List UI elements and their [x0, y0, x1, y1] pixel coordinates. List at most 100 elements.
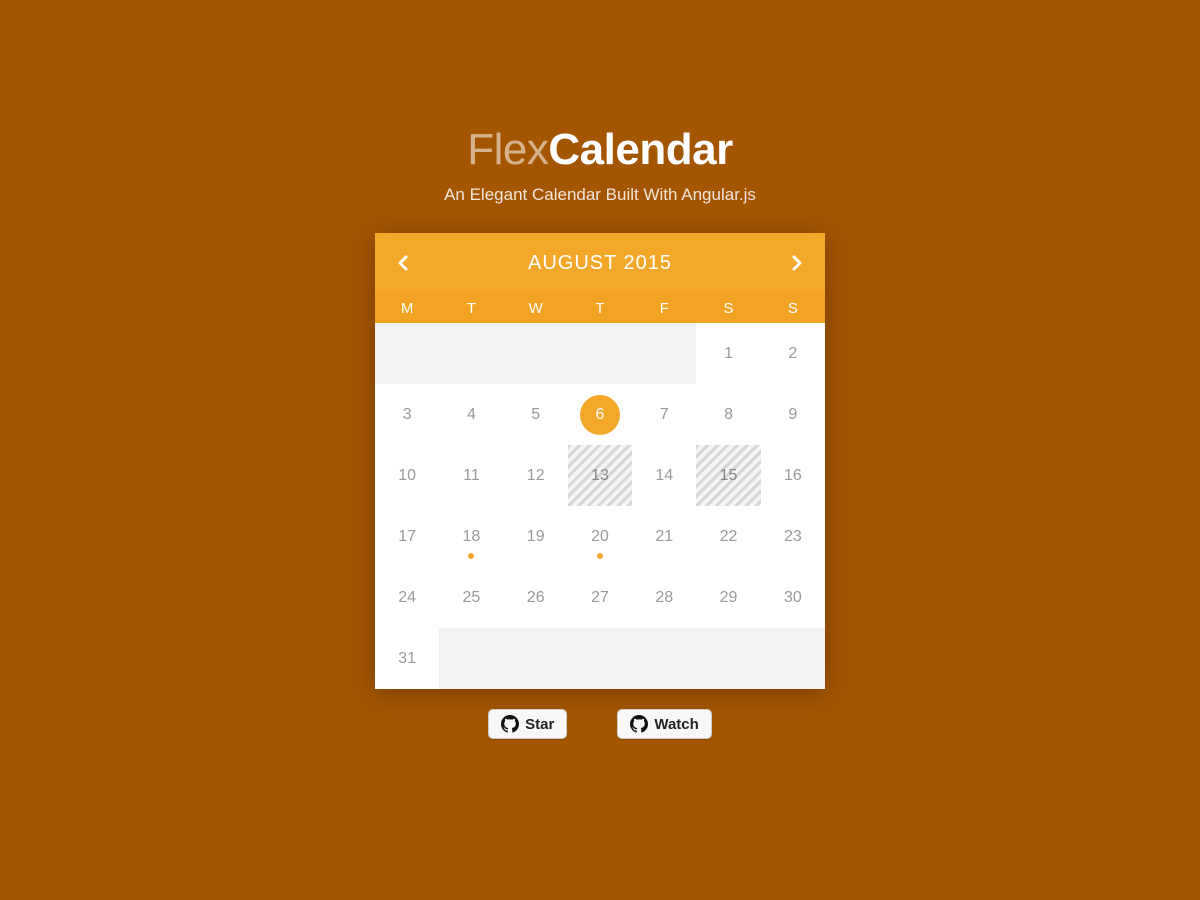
github-star-button[interactable]: Star	[488, 709, 567, 739]
empty-cell	[439, 628, 503, 689]
empty-cell	[696, 628, 760, 689]
github-icon	[630, 715, 648, 733]
event-dot-icon	[468, 553, 474, 559]
github-buttons: Star Watch	[375, 709, 825, 739]
day-cell[interactable]: 24	[375, 567, 439, 628]
title-thin: Flex	[467, 125, 548, 174]
github-watch-label: Watch	[654, 716, 698, 733]
title-bold: Calendar	[548, 125, 732, 174]
day-number: 2	[788, 345, 797, 363]
day-number: 21	[655, 528, 673, 546]
empty-cell	[632, 323, 696, 384]
day-cell[interactable]: 30	[761, 567, 825, 628]
weekday-label: T	[439, 293, 503, 323]
day-number: 28	[655, 589, 673, 607]
day-cell[interactable]: 19	[504, 506, 568, 567]
day-number: 20	[591, 528, 609, 546]
empty-cell	[439, 323, 503, 384]
day-number: 16	[784, 467, 802, 485]
weekday-label: F	[632, 293, 696, 323]
github-watch-button[interactable]: Watch	[617, 709, 711, 739]
calendar-header: AUGUST 2015	[375, 233, 825, 293]
empty-cell	[632, 628, 696, 689]
day-cell[interactable]: 4	[439, 384, 503, 445]
day-number: 11	[463, 467, 480, 485]
empty-cell	[375, 323, 439, 384]
month-label: AUGUST 2015	[528, 252, 672, 275]
day-cell[interactable]: 3	[375, 384, 439, 445]
day-number: 13	[591, 467, 609, 485]
day-number: 17	[398, 528, 416, 546]
day-cell[interactable]: 15	[696, 445, 760, 506]
day-number: 19	[527, 528, 545, 546]
day-number: 25	[463, 589, 481, 607]
day-cell[interactable]: 16	[761, 445, 825, 506]
chevron-left-icon	[391, 251, 415, 275]
page-title: FlexCalendar	[375, 125, 825, 175]
day-cell[interactable]: 18	[439, 506, 503, 567]
day-cell[interactable]: 28	[632, 567, 696, 628]
day-number: 30	[784, 589, 802, 607]
day-cell[interactable]: 7	[632, 384, 696, 445]
day-cell[interactable]: 17	[375, 506, 439, 567]
day-number: 24	[398, 589, 416, 607]
day-cell[interactable]: 21	[632, 506, 696, 567]
next-month-button[interactable]	[783, 249, 811, 277]
empty-cell	[568, 323, 632, 384]
day-number: 8	[724, 406, 733, 424]
day-number: 1	[724, 345, 733, 363]
day-cell[interactable]: 25	[439, 567, 503, 628]
day-number: 9	[788, 406, 797, 424]
weekday-label: W	[504, 293, 568, 323]
day-number: 23	[784, 528, 802, 546]
day-cell[interactable]: 26	[504, 567, 568, 628]
empty-cell	[504, 323, 568, 384]
day-number: 5	[531, 406, 540, 424]
day-number: 4	[467, 406, 476, 424]
weekday-label: S	[696, 293, 760, 323]
weekday-label: S	[761, 293, 825, 323]
day-cell[interactable]: 11	[439, 445, 503, 506]
chevron-right-icon	[785, 251, 809, 275]
page-subtitle: An Elegant Calendar Built With Angular.j…	[375, 185, 825, 205]
day-cell[interactable]: 29	[696, 567, 760, 628]
day-cell[interactable]: 1	[696, 323, 760, 384]
github-icon	[501, 715, 519, 733]
day-cell[interactable]: 20	[568, 506, 632, 567]
weekday-label: M	[375, 293, 439, 323]
github-star-label: Star	[525, 716, 554, 733]
day-cell[interactable]: 8	[696, 384, 760, 445]
day-cell[interactable]: 14	[632, 445, 696, 506]
day-number: 3	[403, 406, 412, 424]
day-cell[interactable]: 9	[761, 384, 825, 445]
day-number: 6	[580, 395, 620, 435]
day-cell[interactable]: 23	[761, 506, 825, 567]
day-cell[interactable]: 12	[504, 445, 568, 506]
day-cell[interactable]: 2	[761, 323, 825, 384]
calendar: AUGUST 2015 MTWTFSS 12345678910111213141…	[375, 233, 825, 689]
day-number: 12	[527, 467, 545, 485]
prev-month-button[interactable]	[389, 249, 417, 277]
day-cell[interactable]: 27	[568, 567, 632, 628]
event-dot-icon	[597, 553, 603, 559]
empty-cell	[568, 628, 632, 689]
day-cell[interactable]: 5	[504, 384, 568, 445]
calendar-grid: 1234567891011121314151617181920212223242…	[375, 323, 825, 689]
day-number: 27	[591, 589, 609, 607]
day-number: 14	[655, 467, 673, 485]
weekday-label: T	[568, 293, 632, 323]
day-cell[interactable]: 31	[375, 628, 439, 689]
day-number: 18	[463, 528, 481, 546]
empty-cell	[761, 628, 825, 689]
day-cell[interactable]: 22	[696, 506, 760, 567]
weekday-row: MTWTFSS	[375, 293, 825, 323]
day-cell[interactable]: 13	[568, 445, 632, 506]
day-number: 26	[527, 589, 545, 607]
day-cell[interactable]: 10	[375, 445, 439, 506]
day-number: 22	[720, 528, 738, 546]
empty-cell	[504, 628, 568, 689]
day-number: 31	[398, 650, 416, 668]
day-number: 7	[660, 406, 669, 424]
day-number: 29	[720, 589, 738, 607]
day-cell[interactable]: 6	[568, 384, 632, 445]
